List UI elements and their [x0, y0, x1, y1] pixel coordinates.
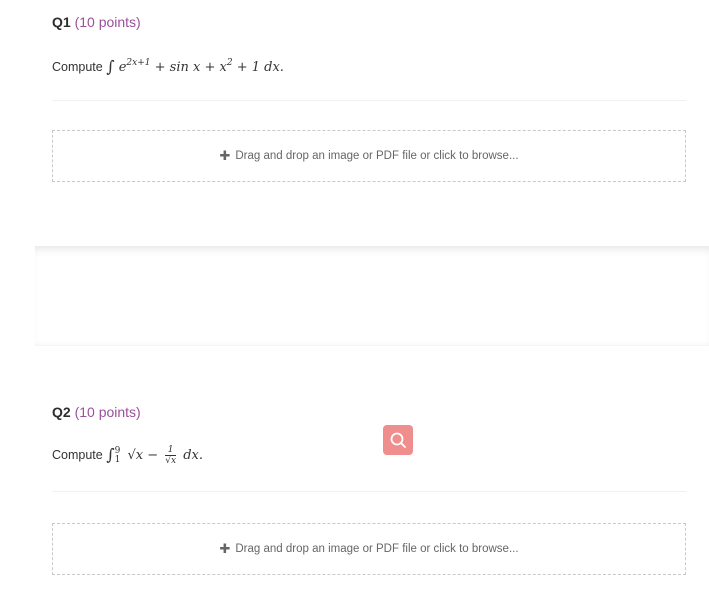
integral-limits: 91: [114, 446, 121, 465]
question-number: Q1: [52, 14, 71, 30]
math-exponent: 2x+1: [126, 58, 151, 68]
question-header: Q1 (10 points): [52, 14, 141, 30]
dropzone-label: Drag and drop an image or PDF file or cl…: [235, 150, 519, 162]
math-expression: ∫ 9 1 √x − 1 √x dx.: [106, 445, 203, 466]
prompt-prefix: Compute: [52, 60, 103, 74]
math-tail: dx.: [183, 448, 203, 463]
lower-limit: 1: [114, 454, 121, 465]
divider: [52, 100, 686, 101]
divider: [52, 491, 686, 492]
search-button[interactable]: [383, 425, 413, 455]
math-tail: + 1 dx.: [236, 60, 284, 75]
plus-icon: ✚: [219, 541, 231, 556]
file-dropzone[interactable]: ✚ Drag and drop an image or PDF file or …: [52, 130, 686, 182]
card-separator: [35, 246, 709, 346]
assignment-page: Q1 (10 points) Compute ∫ e2x+1 + sin x +…: [0, 0, 709, 600]
question-prompt: Compute ∫ 9 1 √x − 1 √x dx.: [52, 444, 203, 466]
math-expression: ∫ e2x+1 + sin x + x2 + 1 dx.: [106, 57, 284, 76]
math-rest: + sin x + x: [154, 60, 227, 75]
integral-sign: ∫: [106, 445, 115, 464]
file-dropzone[interactable]: ✚ Drag and drop an image or PDF file or …: [52, 523, 686, 575]
question-header: Q2 (10 points): [52, 404, 141, 420]
search-icon: [390, 432, 406, 448]
question-card-q1: Q1 (10 points) Compute ∫ e2x+1 + sin x +…: [0, 0, 709, 246]
question-points: (10 points): [74, 404, 141, 420]
fraction-denominator: √x: [165, 456, 177, 466]
dropzone-label: Drag and drop an image or PDF file or cl…: [235, 543, 519, 555]
math-sqrt: √x: [127, 448, 144, 463]
fraction-numerator: 1: [165, 445, 177, 456]
integral-sign: ∫: [106, 57, 115, 76]
question-card-q2: Q2 (10 points) Compute ∫ 9 1 √x − 1 √x dx. …: [0, 346, 709, 600]
question-prompt: Compute ∫ e2x+1 + sin x + x2 + 1 dx.: [52, 56, 284, 76]
question-points: (10 points): [74, 14, 141, 30]
math-fraction: 1 √x: [165, 445, 177, 466]
plus-icon: ✚: [219, 148, 231, 163]
math-rest-exponent: 2: [226, 58, 233, 68]
math-minus: −: [147, 448, 159, 463]
question-number: Q2: [52, 404, 71, 420]
prompt-prefix: Compute: [52, 448, 103, 462]
